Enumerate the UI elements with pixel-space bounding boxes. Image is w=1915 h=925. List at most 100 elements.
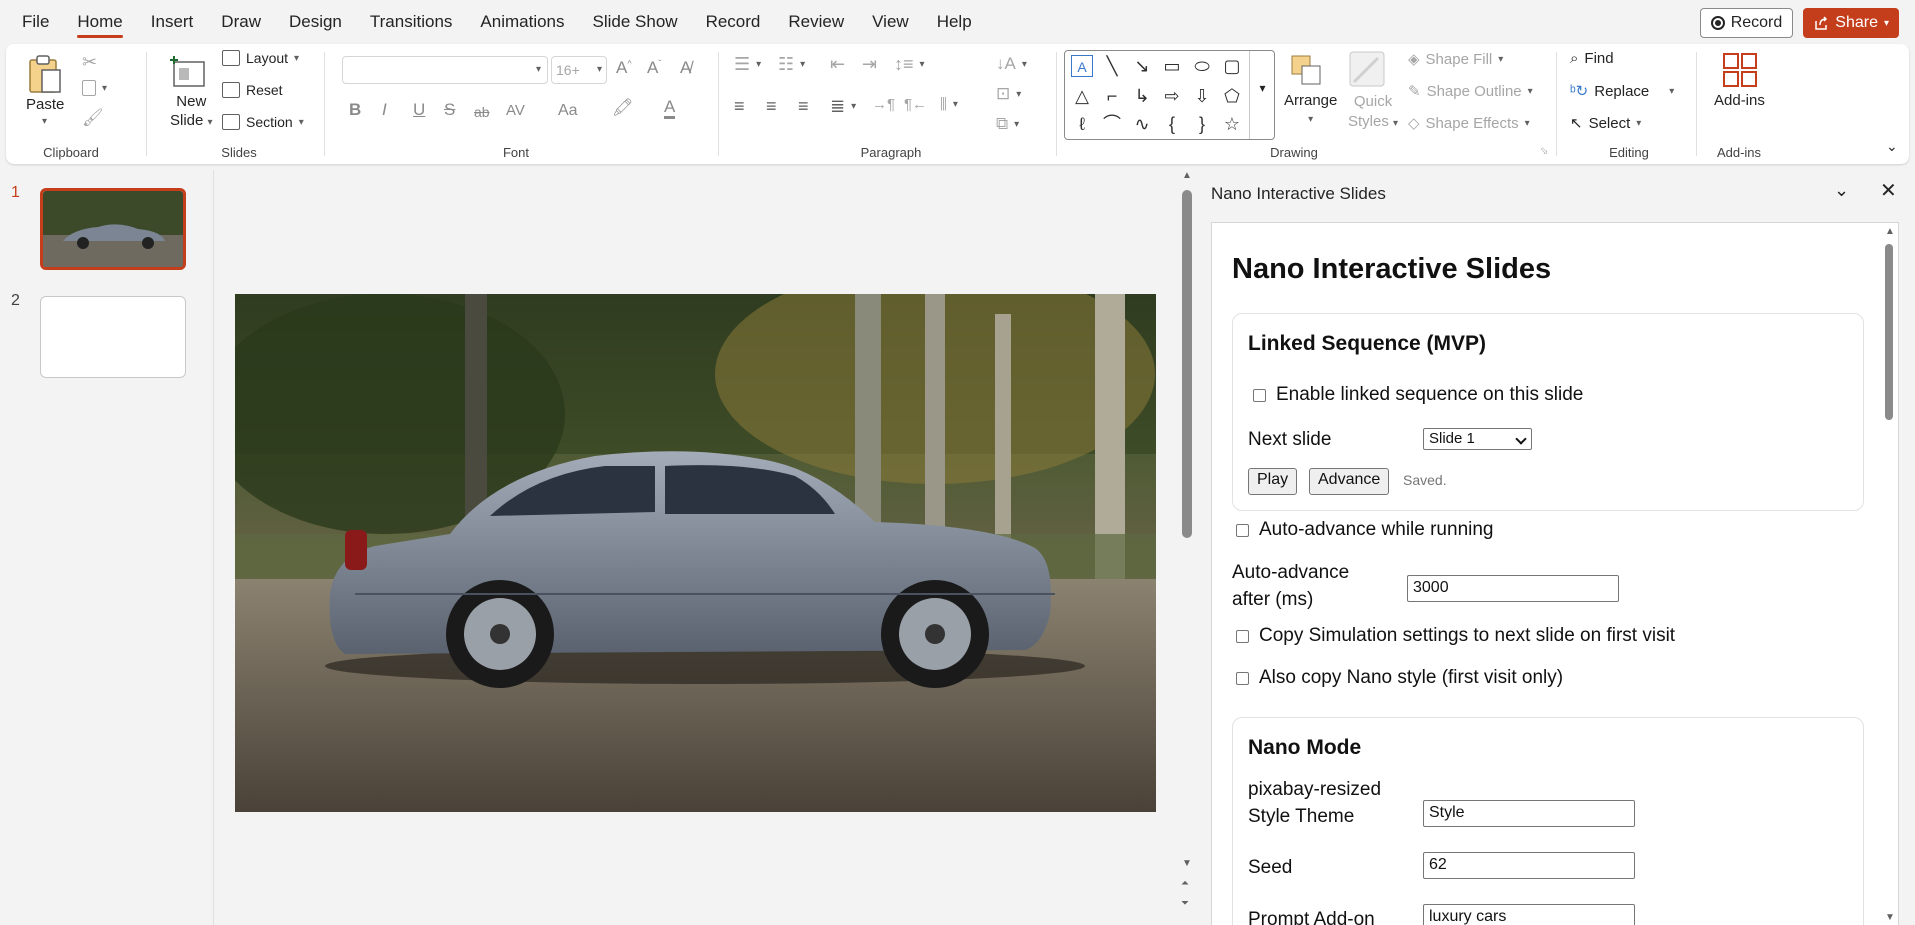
character-spacing-button[interactable]: AV [506, 102, 525, 119]
copy-icon[interactable]: ▾ [82, 80, 107, 96]
menu-design[interactable]: Design [275, 0, 356, 44]
triangle-icon[interactable]: △ [1071, 85, 1093, 107]
arrange-button[interactable]: Arrange ▾ [1284, 92, 1337, 126]
style-theme-input[interactable]: Style [1423, 800, 1635, 827]
menu-view[interactable]: View [858, 0, 923, 44]
next-slide-select[interactable]: Slide 1 [1423, 428, 1532, 450]
line-icon[interactable]: ╲ [1101, 55, 1123, 77]
numbering-icon[interactable]: ☷ ▾ [778, 54, 805, 75]
menu-review[interactable]: Review [774, 0, 858, 44]
slide-thumbnail-2[interactable] [40, 296, 186, 378]
rounded-rectangle-icon[interactable]: ▢ [1221, 55, 1243, 77]
copy-simulation-row[interactable]: Copy Simulation settings to next slide o… [1236, 625, 1675, 647]
find-button[interactable]: ⌕ Find [1570, 50, 1614, 67]
menu-slide-show[interactable]: Slide Show [579, 0, 692, 44]
menu-help[interactable]: Help [923, 0, 986, 44]
align-left-icon[interactable]: ≡ [734, 96, 745, 117]
paste-icon[interactable] [28, 54, 62, 94]
rtl-icon[interactable]: ¶← [904, 96, 927, 113]
menu-insert[interactable]: Insert [137, 0, 208, 44]
scroll-down-icon[interactable]: ▼ [1182, 858, 1192, 869]
next-slide-icon[interactable]: ⏷ [1181, 898, 1189, 909]
reset-button[interactable]: Reset [222, 82, 283, 98]
columns-icon[interactable]: ⫼ ▾ [940, 96, 958, 113]
prompt-addon-input[interactable]: luxury cars [1423, 904, 1635, 925]
new-slide-button[interactable]: New Slide ▾ [170, 92, 213, 132]
down-arrow-icon[interactable]: ⇩ [1191, 85, 1213, 107]
clear-formatting-icon[interactable]: A̸ [680, 58, 691, 78]
decrease-indent-icon[interactable]: ⇤ [830, 54, 845, 75]
share-button[interactable]: Share ▾ [1803, 8, 1899, 38]
menu-record[interactable]: Record [692, 0, 775, 44]
shape-effects-button[interactable]: ◇ Shape Effects ▾ [1408, 114, 1530, 133]
slide-image[interactable] [235, 294, 1156, 812]
font-name-select[interactable]: ▾ [342, 56, 548, 84]
strikethrough-button[interactable]: ab [474, 104, 490, 120]
star-icon[interactable]: ☆ [1221, 113, 1243, 135]
bullets-icon[interactable]: ☰ ▾ [734, 54, 761, 75]
shape-fill-button[interactable]: ◈ Shape Fill ▾ [1408, 50, 1503, 69]
oval-icon[interactable]: ⬭ [1191, 55, 1213, 77]
layout-button[interactable]: Layout ▾ [222, 50, 299, 66]
collapse-ribbon-icon[interactable]: ⌄ [1886, 138, 1898, 155]
elbow-arrow-icon[interactable]: ↳ [1131, 85, 1153, 107]
pentagon-icon[interactable]: ⬠ [1221, 85, 1243, 107]
arrow-line-icon[interactable]: ↘ [1131, 55, 1153, 77]
increase-indent-icon[interactable]: ⇥ [862, 54, 877, 75]
ltr-icon[interactable]: →¶ [872, 96, 895, 113]
grow-font-icon[interactable]: A^ [616, 58, 632, 78]
curve-icon[interactable]: ∿ [1131, 113, 1153, 135]
change-case-button[interactable]: Aa [558, 102, 578, 120]
play-button[interactable]: Play [1248, 468, 1298, 495]
task-pane-scrollbar[interactable]: ▲ ▼ [1882, 226, 1896, 925]
text-box-icon[interactable]: A [1071, 55, 1093, 77]
line-spacing-icon[interactable]: ↕≡ ▾ [894, 54, 925, 75]
format-painter-icon[interactable]: 🖌 [82, 108, 104, 128]
rectangle-icon[interactable]: ▭ [1161, 55, 1183, 77]
scroll-up-icon[interactable]: ▲ [1885, 226, 1895, 237]
align-text-icon[interactable]: ⊡ ▾ [996, 84, 1021, 104]
underline-button[interactable]: U [413, 100, 425, 120]
font-size-select[interactable]: 16+ ▾ [551, 56, 607, 84]
quick-styles-icon[interactable] [1348, 50, 1388, 90]
text-direction-icon[interactable]: ↓A ▾ [996, 54, 1027, 74]
copy-style-checkbox[interactable] [1236, 671, 1249, 685]
gallery-more-icon[interactable]: ▾ [1249, 51, 1275, 139]
shape-outline-button[interactable]: ✎ Shape Outline ▾ [1408, 82, 1533, 101]
drawing-dialog-launcher-icon[interactable]: ⬂ [1540, 146, 1548, 157]
right-brace-icon[interactable]: } [1191, 113, 1213, 135]
elbow-connector-icon[interactable]: ⌐ [1101, 85, 1123, 107]
add-ins-icon[interactable] [1722, 52, 1758, 88]
enable-linked-checkbox[interactable] [1253, 388, 1266, 402]
add-ins-button[interactable]: Add-ins [1714, 92, 1765, 109]
task-pane-scroll-thumb[interactable] [1885, 244, 1893, 420]
justify-icon[interactable]: ≣ ▾ [830, 96, 856, 117]
paste-button[interactable]: Paste [26, 96, 64, 113]
section-button[interactable]: Section ▾ [222, 114, 304, 130]
chevron-down-icon[interactable]: ⌄ [1834, 180, 1849, 201]
quick-styles-button[interactable]: Quick Styles ▾ [1348, 92, 1398, 134]
scroll-down-icon[interactable]: ▼ [1885, 912, 1895, 923]
smartart-icon[interactable]: ⧉ ▾ [996, 114, 1019, 134]
right-arrow-icon[interactable]: ⇨ [1161, 85, 1183, 107]
close-icon[interactable]: ✕ [1880, 178, 1897, 203]
menu-file[interactable]: File [0, 0, 63, 44]
advance-button[interactable]: Advance [1309, 468, 1390, 495]
arrange-icon[interactable] [1290, 54, 1326, 88]
canvas-scroll-thumb[interactable] [1182, 190, 1192, 538]
align-right-icon[interactable]: ≡ [798, 96, 809, 117]
italic-button[interactable]: I [382, 100, 387, 120]
menu-home[interactable]: Home [63, 0, 136, 44]
left-brace-icon[interactable]: { [1161, 113, 1183, 135]
menu-transitions[interactable]: Transitions [356, 0, 467, 44]
auto-advance-checkbox[interactable] [1236, 523, 1249, 537]
shadow-button[interactable]: S [444, 100, 455, 120]
bold-button[interactable]: B [349, 100, 361, 120]
shrink-font-icon[interactable]: Aˇ [647, 58, 661, 78]
font-color-icon[interactable]: A [664, 98, 676, 119]
menu-animations[interactable]: Animations [466, 0, 578, 44]
auto-advance-ms-input[interactable]: 3000 [1407, 575, 1619, 602]
new-slide-icon[interactable] [168, 54, 206, 88]
seed-input[interactable]: 62 [1423, 852, 1635, 879]
record-button[interactable]: Record [1699, 8, 1794, 38]
